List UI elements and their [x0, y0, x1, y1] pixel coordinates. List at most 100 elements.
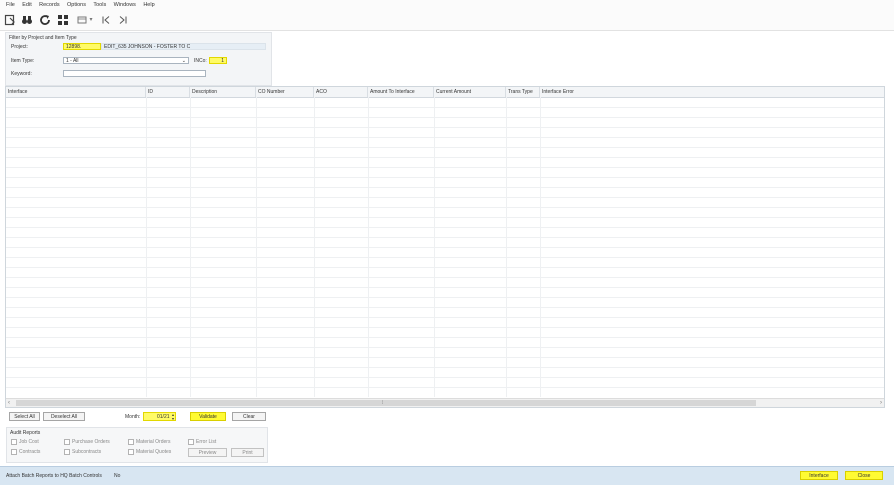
grid-column-line	[368, 97, 369, 397]
column-aco[interactable]: ACO	[314, 87, 368, 97]
keyword-label: Keyword:	[11, 71, 32, 77]
item-type-select[interactable]: 1 - All ⌄	[63, 57, 189, 64]
project-input[interactable]: 12898.	[63, 43, 101, 50]
inco-input[interactable]: 1	[209, 57, 227, 64]
material-quotes-checkbox[interactable]	[128, 449, 134, 455]
material-orders-checkbox[interactable]	[128, 439, 134, 445]
horizontal-scrollbar[interactable]: ‹ ⁞ ›	[6, 398, 884, 407]
column-current-amount[interactable]: Current Amount	[434, 87, 506, 97]
grid-icon[interactable]	[57, 14, 69, 26]
select-all-button[interactable]: Select All	[9, 412, 40, 421]
menu-file[interactable]: File	[6, 0, 15, 11]
grid-row-line	[6, 387, 884, 388]
grid-row-line	[6, 157, 884, 158]
grid-row-line	[6, 137, 884, 138]
column-interface[interactable]: Interface	[6, 87, 146, 97]
grid-column-line	[146, 97, 147, 397]
preview-button[interactable]: Preview	[188, 448, 227, 457]
grid-row-line	[6, 237, 884, 238]
interface-button[interactable]: Interface	[800, 471, 838, 480]
menu-bar: File Edit Records Options Tools Windows …	[0, 0, 894, 11]
validate-button[interactable]: Validate	[190, 412, 226, 421]
chevron-down-icon: ⌄	[181, 58, 186, 64]
grip-icon: ⁞	[382, 400, 384, 406]
grid-row-line	[6, 347, 884, 348]
toolbar: ▾	[0, 11, 894, 31]
purchase-orders-checkbox[interactable]	[64, 439, 70, 445]
error-list-checkbox[interactable]	[188, 439, 194, 445]
job-cost-checkbox[interactable]	[11, 439, 17, 445]
chevron-down-icon[interactable]: ▾	[88, 14, 94, 26]
clear-button[interactable]: Clear	[232, 412, 266, 421]
scroll-left-icon[interactable]: ‹	[8, 399, 10, 407]
interface-grid[interactable]: Interface ID Description CO Number ACO A…	[5, 86, 885, 408]
column-id[interactable]: ID	[146, 87, 190, 97]
grid-column-line	[540, 97, 541, 397]
scroll-thumb[interactable]: ⁞	[16, 400, 756, 406]
menu-options[interactable]: Options	[67, 0, 86, 11]
menu-help[interactable]: Help	[143, 0, 154, 11]
keyword-input[interactable]	[63, 70, 206, 77]
column-interface-error[interactable]: Interface Error	[540, 87, 884, 97]
grid-row-line	[6, 277, 884, 278]
grid-row-line	[6, 197, 884, 198]
first-record-icon[interactable]	[100, 14, 112, 26]
grid-row-line	[6, 117, 884, 118]
purchase-orders-label: Purchase Orders	[72, 439, 110, 445]
project-description: EDIT_635 JOHNSON - FOSTER TO C	[101, 43, 266, 50]
column-trans-type[interactable]: Trans Type	[506, 87, 540, 97]
attach-batch-value[interactable]: No	[114, 473, 120, 479]
grid-row-line	[6, 367, 884, 368]
grid-row-line	[6, 317, 884, 318]
column-co-number[interactable]: CO Number	[256, 87, 314, 97]
grid-column-line	[256, 97, 257, 397]
scroll-right-icon[interactable]: ›	[880, 399, 882, 407]
grid-row-line	[6, 217, 884, 218]
subcontracts-label: Subcontracts	[72, 449, 102, 455]
refresh-icon[interactable]	[39, 14, 51, 26]
item-type-value: 1 - All	[66, 58, 79, 64]
deselect-all-button[interactable]: Deselect All	[43, 412, 85, 421]
error-list-label: Error List	[196, 439, 217, 445]
grid-row-line	[6, 337, 884, 338]
filter-title: Filter by Project and Item Type	[9, 35, 77, 41]
subcontracts-checkbox[interactable]	[64, 449, 70, 455]
grid-row-line	[6, 327, 884, 328]
column-description[interactable]: Description	[190, 87, 256, 97]
project-label: Project:	[11, 44, 28, 50]
grid-row-line	[6, 177, 884, 178]
month-value: 01/21	[157, 414, 170, 420]
column-amount-to-interface[interactable]: Amount To Interface	[368, 87, 434, 97]
material-orders-label: Material Orders	[136, 439, 171, 445]
grid-row-line	[6, 297, 884, 298]
print-button[interactable]: Print	[231, 448, 264, 457]
month-label: Month:	[125, 414, 141, 420]
contracts-label: Contracts	[19, 449, 41, 455]
grid-row-line	[6, 377, 884, 378]
new-record-icon[interactable]	[4, 14, 16, 26]
menu-edit[interactable]: Edit	[22, 0, 31, 11]
menu-tools[interactable]: Tools	[93, 0, 106, 11]
material-quotes-label: Material Quotes	[136, 449, 172, 455]
audit-reports-panel: Audit Reports Job Cost Purchase Orders M…	[6, 427, 268, 463]
grid-row-line	[6, 227, 884, 228]
filter-panel: Filter by Project and Item Type Project:…	[5, 32, 272, 86]
menu-records[interactable]: Records	[39, 0, 59, 11]
grid-row-line	[6, 307, 884, 308]
close-button[interactable]: Close	[845, 471, 883, 480]
binoculars-icon[interactable]	[21, 14, 33, 26]
grid-row-line	[6, 357, 884, 358]
menu-windows[interactable]: Windows	[114, 0, 136, 11]
last-record-icon[interactable]	[117, 14, 129, 26]
grid-row-line	[6, 267, 884, 268]
grid-row-line	[6, 247, 884, 248]
grid-column-line	[190, 97, 191, 397]
grid-row-line	[6, 257, 884, 258]
month-input[interactable]: 01/21 ▴ ▾	[143, 412, 176, 421]
audit-title: Audit Reports	[10, 430, 41, 436]
job-cost-label: Job Cost	[19, 439, 39, 445]
grid-row-line	[6, 167, 884, 168]
spin-down-icon[interactable]: ▾	[172, 417, 174, 421]
contracts-checkbox[interactable]	[11, 449, 17, 455]
grid-column-line	[506, 97, 507, 397]
